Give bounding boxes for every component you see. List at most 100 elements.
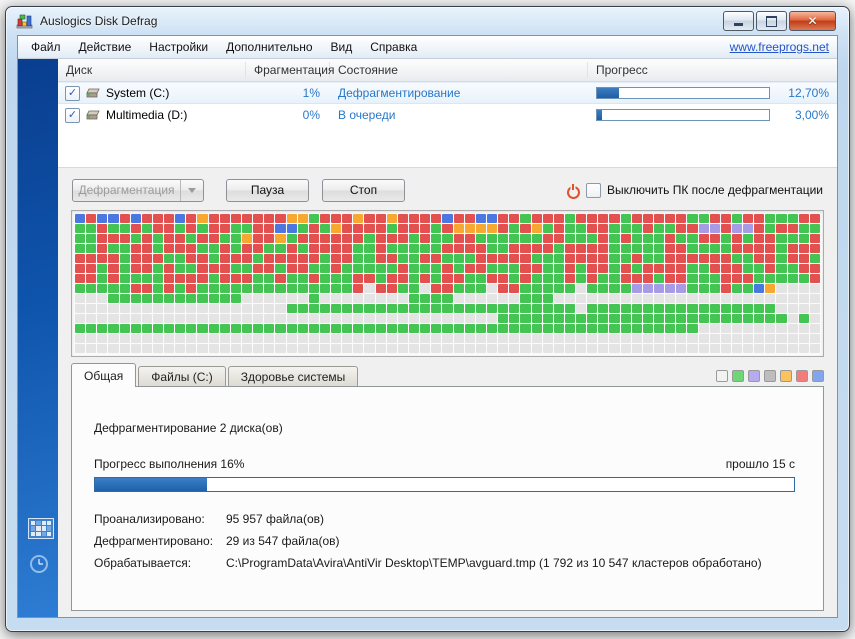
column-header[interactable]: Диск — [58, 62, 246, 78]
cluster-cell — [320, 274, 330, 283]
cluster-cell — [498, 224, 508, 233]
cluster-cell — [654, 224, 664, 233]
cluster-cell — [699, 284, 709, 293]
cluster-cell — [431, 274, 441, 283]
cluster-cell — [554, 334, 564, 343]
freeprogs-link[interactable]: www.freeprogs.net — [730, 40, 829, 54]
disk-row[interactable]: ✓ System (C:)1%Дефрагментирование12,70% — [58, 82, 837, 104]
cluster-cell — [799, 254, 809, 263]
column-header[interactable]: Фрагментация — [246, 62, 330, 78]
cluster-cell — [86, 234, 96, 243]
cluster-cell — [220, 334, 230, 343]
cluster-cell — [454, 274, 464, 283]
cluster-cell — [810, 314, 820, 323]
cluster-cell — [554, 274, 564, 283]
cluster-cell — [754, 274, 764, 283]
cluster-cell — [287, 224, 297, 233]
menu-item[interactable]: Дополнительно — [217, 37, 321, 57]
minimize-button[interactable] — [723, 11, 754, 31]
cluster-cell — [665, 214, 675, 223]
cluster-cell — [287, 294, 297, 303]
cluster-cell — [532, 264, 542, 273]
cluster-cell — [576, 344, 586, 353]
cluster-cell — [543, 334, 553, 343]
cluster-cell — [253, 264, 263, 273]
cluster-cell — [509, 294, 519, 303]
disk-checkbox[interactable]: ✓ — [65, 86, 80, 101]
cluster-cell — [264, 234, 274, 243]
cluster-cell — [699, 274, 709, 283]
cluster-cell — [721, 314, 731, 323]
menu-item[interactable]: Вид — [322, 37, 362, 57]
disk-row[interactable]: ✓ Multimedia (D:)0%В очереди3,00% — [58, 104, 837, 126]
cluster-cell — [465, 284, 475, 293]
cluster-cell — [275, 334, 285, 343]
cluster-cell — [153, 344, 163, 353]
cluster-cell — [598, 284, 608, 293]
menu-item[interactable]: Действие — [70, 37, 141, 57]
disk-checkbox[interactable]: ✓ — [65, 108, 80, 123]
cluster-cell — [665, 234, 675, 243]
cluster-cell — [364, 284, 374, 293]
cluster-cell — [532, 284, 542, 293]
cluster-cell — [576, 244, 586, 253]
cluster-cell — [509, 234, 519, 243]
cluster-cell — [275, 304, 285, 313]
cluster-cell — [509, 344, 519, 353]
menu-item[interactable]: Файл — [22, 37, 70, 57]
defrag-split-button[interactable]: Дефрагментация — [72, 179, 204, 202]
cluster-cell — [743, 314, 753, 323]
cluster-cell — [97, 244, 107, 253]
cluster-cell — [732, 234, 742, 243]
menu-item[interactable]: Настройки — [140, 37, 217, 57]
cluster-cell — [97, 314, 107, 323]
cluster-cell — [454, 304, 464, 313]
menu-item[interactable]: Справка — [361, 37, 426, 57]
cluster-cell — [131, 324, 141, 333]
clock-icon[interactable] — [30, 555, 48, 573]
cluster-cell — [398, 264, 408, 273]
tab-item[interactable]: Здоровье системы — [228, 366, 359, 387]
title-bar[interactable]: Auslogics Disk Defrag ✕ — [6, 7, 849, 35]
shutdown-checkbox[interactable] — [586, 183, 601, 198]
cluster-cell — [342, 294, 352, 303]
legend-swatch — [812, 370, 824, 382]
cluster-cell — [209, 294, 219, 303]
block-map-icon[interactable] — [28, 518, 54, 539]
cluster-cell — [298, 274, 308, 283]
stop-button[interactable]: Стоп — [322, 179, 405, 202]
cluster-cell — [342, 284, 352, 293]
progress-cell: 3,00% — [588, 108, 837, 122]
cluster-cell — [676, 324, 686, 333]
stat-label: Проанализировано: — [94, 508, 226, 530]
defrag-dropdown-arrow[interactable] — [180, 180, 203, 201]
disk-icon — [85, 87, 101, 100]
cluster-cell — [220, 274, 230, 283]
cluster-cell — [442, 254, 452, 263]
cluster-cell — [175, 234, 185, 243]
cluster-cell — [442, 264, 452, 273]
cluster-cell — [643, 284, 653, 293]
tab-item[interactable]: Файлы (C:) — [138, 366, 225, 387]
cluster-cell — [587, 344, 597, 353]
cluster-cell — [220, 344, 230, 353]
disk-cell-name: ✓ System (C:) — [58, 86, 246, 101]
cluster-cell — [220, 314, 230, 323]
progress-text: Прогресс выполнения 16% — [94, 457, 244, 471]
cluster-cell — [554, 214, 564, 223]
tab-active[interactable]: Общая — [71, 363, 136, 387]
column-header[interactable]: Состояние — [330, 62, 588, 78]
cluster-cell — [209, 304, 219, 313]
cluster-cell — [75, 344, 85, 353]
cluster-cell — [754, 324, 764, 333]
cluster-cell — [186, 324, 196, 333]
cluster-cell — [376, 324, 386, 333]
cluster-cell — [676, 294, 686, 303]
cluster-cell — [264, 344, 274, 353]
close-button[interactable]: ✕ — [789, 11, 836, 31]
column-header[interactable]: Прогресс — [588, 62, 837, 78]
pause-button[interactable]: Пауза — [226, 179, 309, 202]
cluster-cell — [665, 304, 675, 313]
cluster-cell — [287, 284, 297, 293]
maximize-button[interactable] — [756, 11, 787, 31]
